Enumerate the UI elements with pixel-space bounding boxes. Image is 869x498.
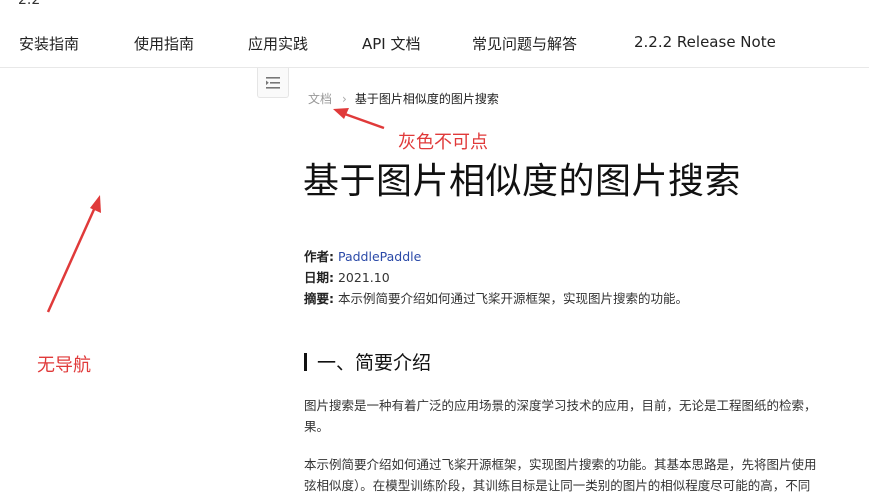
arrow-to-breadcrumb bbox=[333, 108, 385, 130]
annotation-gray-not-clickable: 灰色不可点 bbox=[398, 132, 488, 153]
arrow-to-sidebar bbox=[46, 195, 101, 313]
annotation-no-navigation: 无导航 bbox=[37, 355, 91, 376]
annotation-arrows bbox=[46, 108, 385, 313]
